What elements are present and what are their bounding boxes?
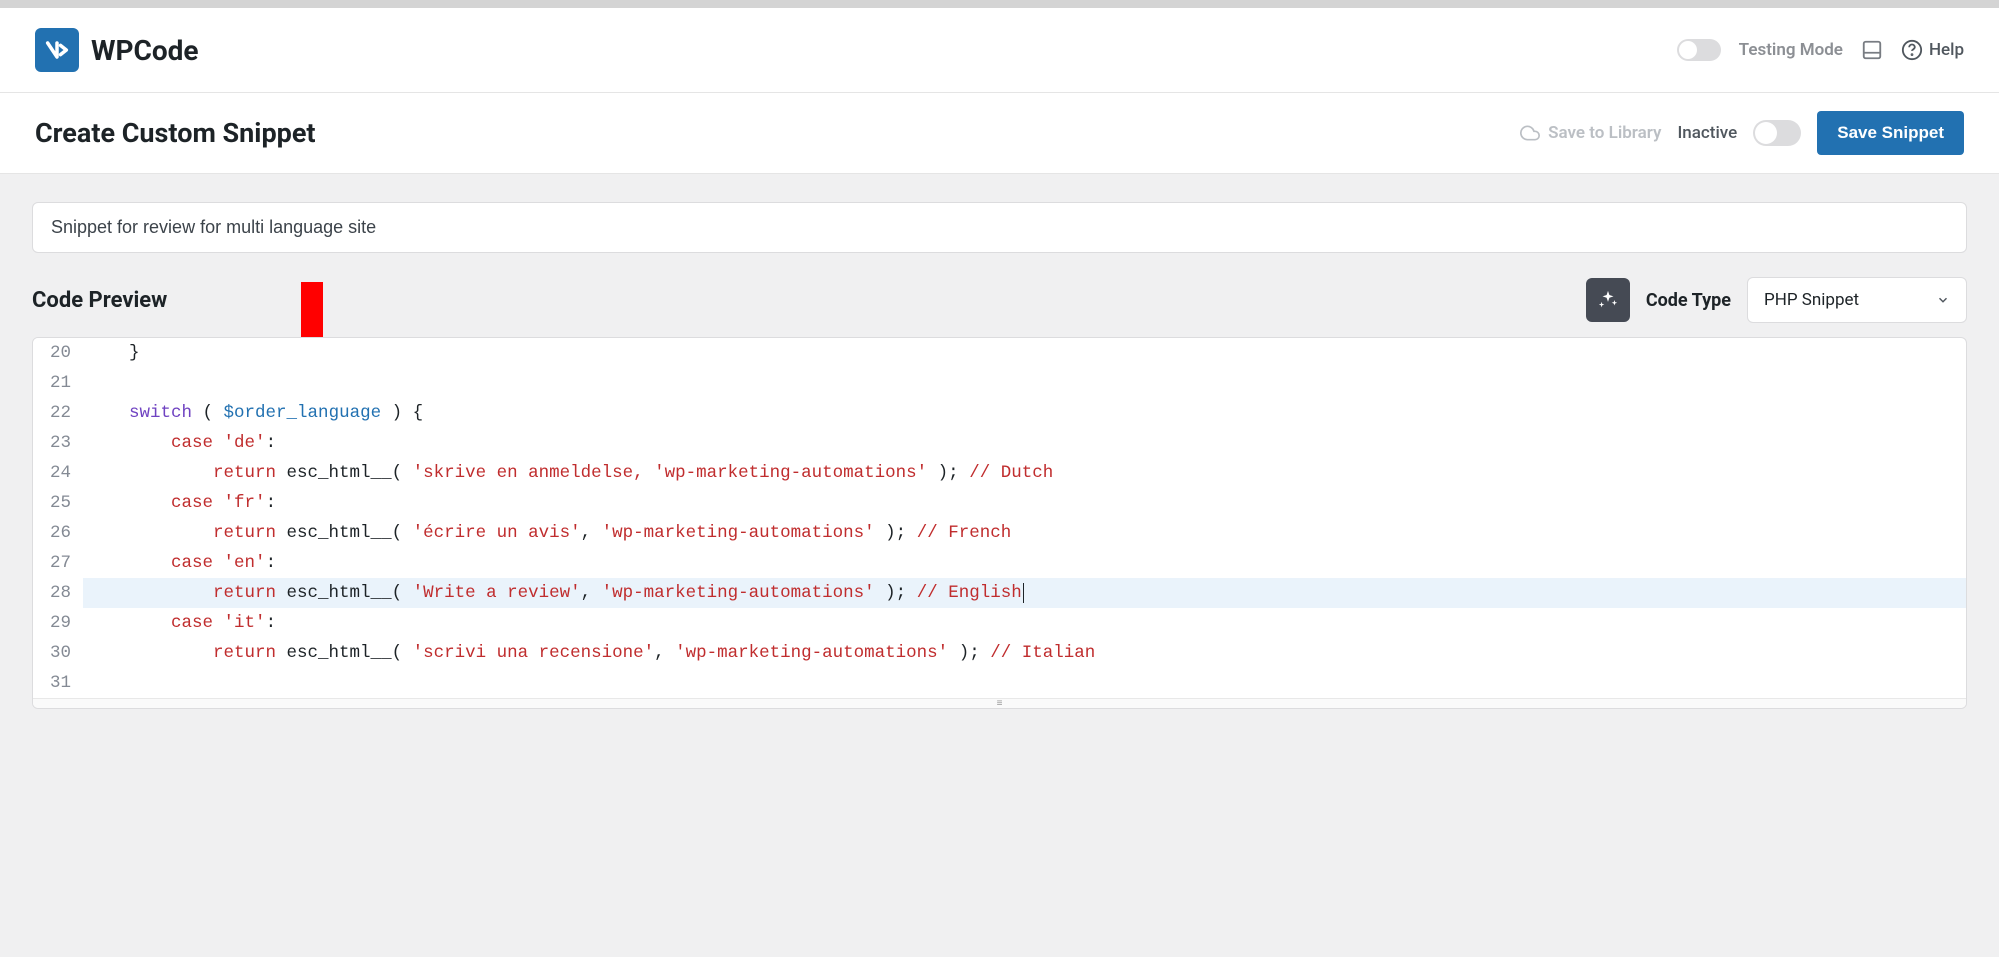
code-type-label: Code Type: [1646, 290, 1731, 311]
subheader-actions: Save to Library Inactive Save Snippet: [1520, 111, 1964, 155]
code-editor-wrap: 20 }2122 switch ( $order_language ) {23 …: [32, 337, 1967, 709]
line-content[interactable]: }: [83, 338, 1966, 368]
line-content[interactable]: return esc_html__( 'scrivi una recension…: [83, 638, 1966, 668]
line-number: 22: [33, 398, 83, 428]
line-content[interactable]: return esc_html__( 'écrire un avis', 'wp…: [83, 518, 1966, 548]
line-number: 24: [33, 458, 83, 488]
code-line[interactable]: 21: [33, 368, 1966, 398]
chevron-down-icon: [1936, 293, 1950, 307]
snippet-title-input[interactable]: [32, 202, 1967, 253]
save-snippet-button[interactable]: Save Snippet: [1817, 111, 1964, 155]
line-number: 30: [33, 638, 83, 668]
code-line[interactable]: 25 case 'fr':: [33, 488, 1966, 518]
code-line[interactable]: 26 return esc_html__( 'écrire un avis', …: [33, 518, 1966, 548]
code-preview-title: Code Preview: [32, 288, 167, 313]
line-number: 21: [33, 368, 83, 398]
line-number: 20: [33, 338, 83, 368]
line-number: 29: [33, 608, 83, 638]
line-content[interactable]: switch ( $order_language ) {: [83, 398, 1966, 428]
page-title: Create Custom Snippet: [35, 117, 316, 149]
sparkle-icon: [1597, 289, 1619, 311]
testing-mode-toggle[interactable]: [1677, 39, 1721, 61]
cloud-icon: [1520, 123, 1540, 143]
preview-controls: Code Type PHP Snippet: [1586, 277, 1967, 323]
code-type-select[interactable]: PHP Snippet: [1747, 277, 1967, 323]
page-subheader: Create Custom Snippet Save to Library In…: [0, 93, 1999, 174]
code-line[interactable]: 23 case 'de':: [33, 428, 1966, 458]
code-line[interactable]: 29 case 'it':: [33, 608, 1966, 638]
active-toggle[interactable]: [1753, 120, 1801, 146]
app-header: WPCode Testing Mode Help: [0, 8, 1999, 93]
status-label: Inactive: [1677, 123, 1737, 143]
header-actions: Testing Mode Help: [1677, 39, 1964, 61]
line-number: 28: [33, 578, 83, 608]
code-line[interactable]: 30 return esc_html__( 'scrivi una recens…: [33, 638, 1966, 668]
window-top-bar: [0, 0, 1999, 8]
code-line[interactable]: 24 return esc_html__( 'skrive en anmelde…: [33, 458, 1966, 488]
save-to-library-label: Save to Library: [1548, 123, 1661, 143]
help-icon: [1901, 39, 1923, 61]
line-content[interactable]: [83, 668, 1966, 698]
logo-text: WPCode: [91, 34, 199, 67]
ai-generate-button[interactable]: [1586, 278, 1630, 322]
line-number: 31: [33, 668, 83, 698]
line-number: 26: [33, 518, 83, 548]
testing-mode-label: Testing Mode: [1739, 40, 1843, 60]
content-area: Code Preview Code Type PHP Snippet: [0, 174, 1999, 737]
code-line[interactable]: 28 return esc_html__( 'Write a review', …: [33, 578, 1966, 608]
help-button[interactable]: Help: [1901, 39, 1964, 61]
code-preview-header: Code Preview Code Type PHP Snippet: [32, 277, 1967, 323]
line-content[interactable]: case 'it':: [83, 608, 1966, 638]
line-number: 23: [33, 428, 83, 458]
line-content[interactable]: return esc_html__( 'Write a review', 'wp…: [83, 578, 1966, 608]
line-content[interactable]: case 'de':: [83, 428, 1966, 458]
wpcode-logo-icon: [35, 28, 79, 72]
code-line[interactable]: 27 case 'en':: [33, 548, 1966, 578]
code-editor[interactable]: 20 }2122 switch ( $order_language ) {23 …: [32, 337, 1967, 709]
panel-icon[interactable]: [1861, 39, 1883, 61]
editor-resize-handle[interactable]: ≡: [33, 698, 1966, 708]
line-content[interactable]: [83, 368, 1966, 398]
code-type-value: PHP Snippet: [1764, 290, 1859, 310]
line-content[interactable]: case 'fr':: [83, 488, 1966, 518]
code-line[interactable]: 31: [33, 668, 1966, 698]
help-label: Help: [1929, 40, 1964, 60]
logo[interactable]: WPCode: [35, 28, 199, 72]
line-number: 25: [33, 488, 83, 518]
code-line[interactable]: 22 switch ( $order_language ) {: [33, 398, 1966, 428]
line-content[interactable]: case 'en':: [83, 548, 1966, 578]
save-to-library-button[interactable]: Save to Library: [1520, 123, 1661, 143]
line-number: 27: [33, 548, 83, 578]
code-line[interactable]: 20 }: [33, 338, 1966, 368]
line-content[interactable]: return esc_html__( 'skrive en anmeldelse…: [83, 458, 1966, 488]
